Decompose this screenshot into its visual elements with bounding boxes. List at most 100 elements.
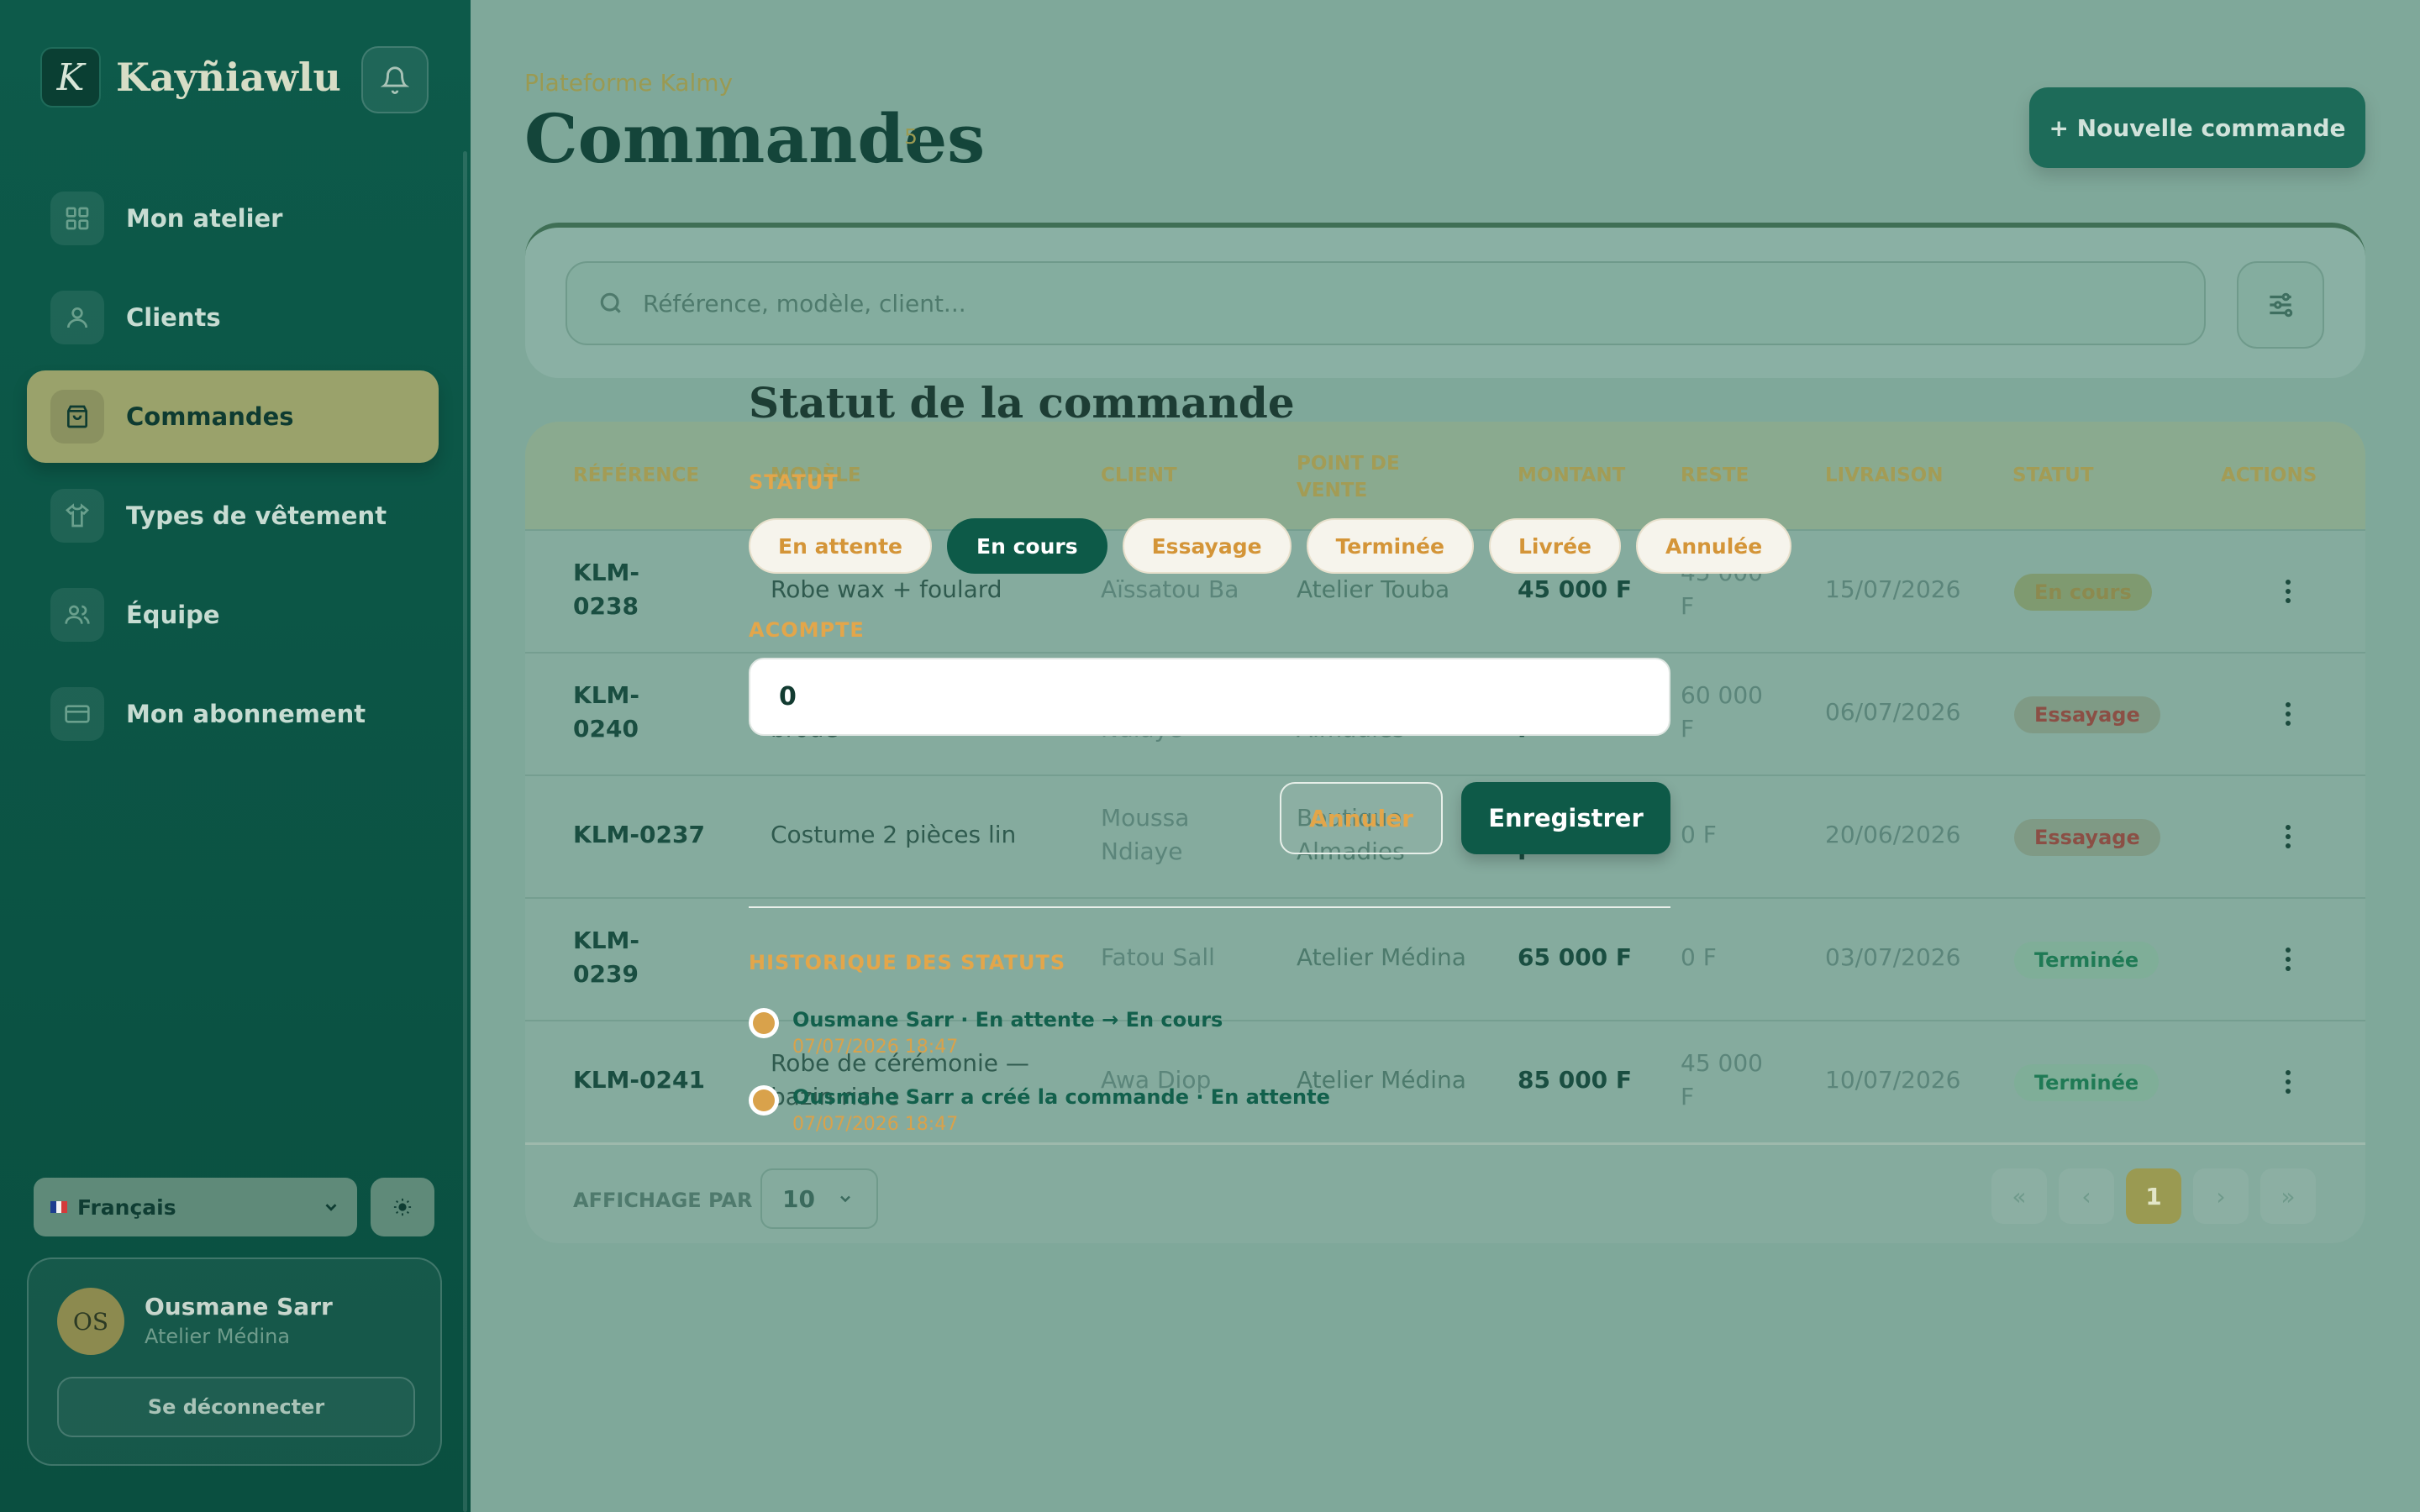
- table-footer: AFFICHAGE PAR 10 « ‹ 1 › »: [525, 1142, 2365, 1243]
- acompte-input[interactable]: 0: [749, 658, 1670, 736]
- per-page-label: AFFICHAGE PAR: [573, 1189, 753, 1212]
- client-line: Moussa: [1101, 804, 1190, 832]
- sidebar-item-mon-abonnement[interactable]: Mon abonnement: [27, 668, 439, 760]
- user-card: OS Ousmane Sarr Atelier Médina Se déconn…: [27, 1257, 442, 1466]
- cell-delivery: 06/07/2026: [1825, 698, 1961, 726]
- sidebar-item-label: Clients: [126, 303, 221, 332]
- first-page-button[interactable]: «: [1991, 1168, 2047, 1224]
- status-chip-livree[interactable]: Livrée: [1488, 518, 1621, 574]
- cell-rest: 0 F: [1681, 943, 1717, 971]
- cell-client: Moussa Ndiaye: [1101, 801, 1189, 869]
- sidebar-item-types-de-vetement[interactable]: Types de vêtement: [27, 470, 439, 562]
- cell-amount: 45 000 F: [1518, 575, 1633, 603]
- cell-delivery: 10/07/2026: [1825, 1066, 1961, 1094]
- shirt-icon: [50, 489, 104, 543]
- app-name: Kayñiawlu: [116, 55, 341, 100]
- sidebar-item-label: Commandes: [126, 402, 294, 431]
- rest-line: 45 000: [1681, 1049, 1763, 1077]
- status-badge: Terminée: [2014, 1064, 2160, 1101]
- prev-page-button[interactable]: ‹: [2059, 1168, 2114, 1224]
- sidebar-scrollbar[interactable]: [463, 151, 467, 1512]
- header-amount[interactable]: MONTANT: [1518, 462, 1625, 489]
- user-icon: [50, 291, 104, 344]
- ref-line: KLM-: [573, 681, 640, 709]
- more-actions-icon[interactable]: [2286, 1070, 2291, 1094]
- sidebar-item-label: Équipe: [126, 601, 220, 629]
- current-page-button[interactable]: 1: [2126, 1168, 2181, 1224]
- app-logo: K: [40, 47, 101, 108]
- language-select[interactable]: Français: [34, 1178, 357, 1236]
- sidebar-item-mon-atelier[interactable]: Mon atelier: [27, 172, 439, 265]
- cell-client: Fatou Sall: [1101, 943, 1215, 971]
- cell-model: Robe wax + foulard: [771, 575, 1002, 603]
- ref-line: 0240: [573, 715, 639, 743]
- sun-icon: [393, 1198, 412, 1216]
- cell-reference: KLM- 0239: [573, 924, 639, 991]
- status-chip-en-cours[interactable]: En cours: [947, 518, 1107, 574]
- rest-line: 60 000: [1681, 681, 1763, 709]
- header-reference[interactable]: RÉFÉRENCE: [573, 462, 699, 489]
- sidebar-nav: Mon atelier Clients Commandes Types de v…: [27, 172, 439, 767]
- next-page-button[interactable]: ›: [2193, 1168, 2249, 1224]
- ref-line: KLM-: [573, 927, 640, 954]
- history-label: HISTORIQUE DES STATUTS: [749, 951, 1066, 974]
- rest-line: F: [1681, 1083, 1695, 1110]
- breadcrumb[interactable]: Plateforme Kalmy: [524, 69, 733, 97]
- language-value: Français: [77, 1194, 176, 1220]
- rest-line: F: [1681, 715, 1695, 743]
- status-badge: Terminée: [2014, 942, 2160, 979]
- new-order-button[interactable]: + Nouvelle commande: [2029, 87, 2365, 168]
- status-badge: En cours: [2014, 574, 2152, 611]
- divider: [749, 906, 1670, 908]
- sliders-icon: [2270, 292, 2293, 318]
- more-actions-icon[interactable]: [2286, 825, 2291, 848]
- sidebar-item-equipe[interactable]: Équipe: [27, 569, 439, 661]
- cancel-button[interactable]: Annuler: [1280, 782, 1443, 854]
- team-icon: [50, 588, 104, 642]
- header-delivery[interactable]: LIVRAISON: [1825, 462, 1943, 489]
- user-name: Ousmane Sarr: [145, 1293, 333, 1320]
- more-actions-icon[interactable]: [2286, 580, 2291, 603]
- sidebar-item-commandes[interactable]: Commandes: [27, 370, 439, 463]
- history-text: Ousmane Sarr a créé la commande · En att…: [792, 1085, 1330, 1109]
- save-button[interactable]: Enregistrer: [1461, 782, 1670, 854]
- header-rest[interactable]: RESTE: [1681, 462, 1749, 489]
- status-label: STATUT: [749, 470, 839, 494]
- notifications-button[interactable]: [361, 46, 429, 113]
- cell-reference: KLM-0241: [573, 1066, 705, 1094]
- client-line: Ndiaye: [1101, 837, 1183, 865]
- sidebar-item-label: Types de vêtement: [126, 501, 387, 530]
- header-status[interactable]: STATUT: [2012, 462, 2094, 489]
- cell-delivery: 03/07/2026: [1825, 943, 1961, 971]
- cell-amount: 85 000 F: [1518, 1066, 1633, 1094]
- search-icon: [600, 292, 621, 313]
- more-actions-icon[interactable]: [2286, 702, 2291, 726]
- last-page-button[interactable]: »: [2260, 1168, 2316, 1224]
- ref-line: 0238: [573, 592, 639, 620]
- sidebar-item-label: Mon abonnement: [126, 700, 366, 728]
- ref-line: KLM-: [573, 559, 640, 586]
- sidebar-item-label: Mon atelier: [126, 204, 283, 233]
- theme-toggle-button[interactable]: [371, 1178, 434, 1236]
- header-client[interactable]: CLIENT: [1101, 462, 1177, 489]
- status-chip-terminee[interactable]: Terminée: [1306, 518, 1474, 574]
- status-badge: Essayage: [2014, 696, 2160, 733]
- filter-button[interactable]: [2237, 261, 2324, 349]
- cell-amount: 65 000 F: [1518, 943, 1633, 971]
- cell-model: Costume 2 pièces lin: [771, 821, 1017, 848]
- user-shop: Atelier Médina: [145, 1325, 291, 1348]
- status-chip-essayage[interactable]: Essayage: [1122, 518, 1292, 574]
- status-chip-annulee[interactable]: Annulée: [1635, 518, 1792, 574]
- brand[interactable]: K Kayñiawlu: [40, 47, 341, 108]
- table-row[interactable]: KLM-0237 Costume 2 pièces lin Moussa Ndia…: [525, 774, 2365, 897]
- header-point-de-vente[interactable]: POINT DE VENTE: [1297, 450, 1400, 504]
- status-chip-en-attente[interactable]: En attente: [749, 518, 933, 574]
- search-input[interactable]: [643, 289, 2071, 318]
- cell-delivery: 20/06/2026: [1825, 821, 1961, 848]
- logout-button[interactable]: Se déconnecter: [57, 1377, 415, 1437]
- more-actions-icon[interactable]: [2286, 948, 2291, 971]
- per-page-select[interactable]: 10: [760, 1168, 878, 1229]
- sidebar-item-clients[interactable]: Clients: [27, 271, 439, 364]
- search-field[interactable]: [566, 261, 2206, 345]
- timeline-dot-icon: [749, 1008, 779, 1038]
